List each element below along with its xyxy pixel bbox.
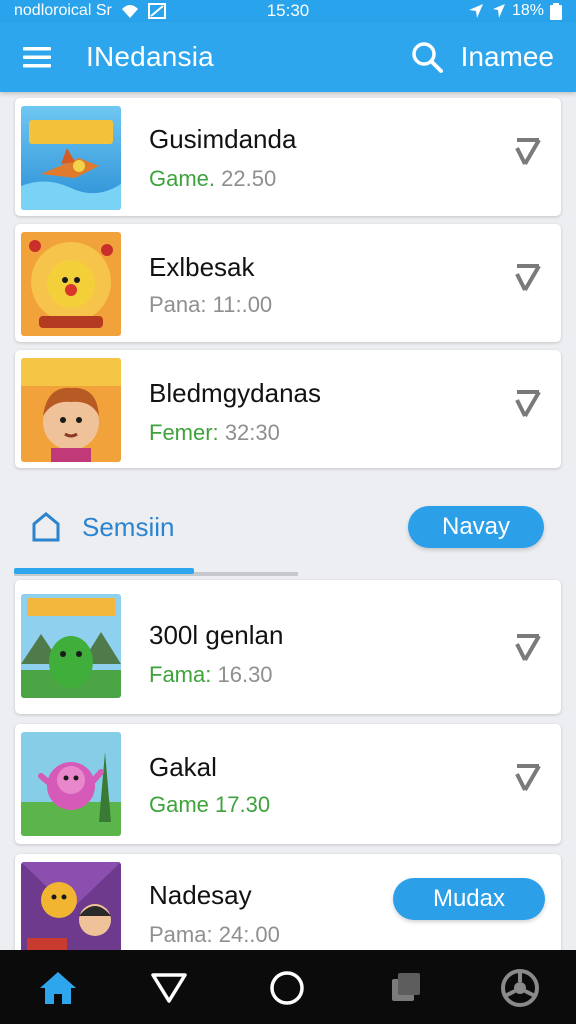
list-item[interactable]: Nadesay Pama: 24:.00 Mudax bbox=[15, 854, 561, 964]
wheel-icon bbox=[501, 969, 539, 1007]
check-icon[interactable] bbox=[513, 630, 545, 662]
list-item-value: 16.30 bbox=[217, 662, 273, 687]
app-actions: Inamee bbox=[411, 41, 554, 73]
list-item[interactable]: Gusimdanda Game. 22.50 bbox=[15, 98, 561, 216]
triangle-icon bbox=[151, 973, 187, 1003]
list-item[interactable]: 300l genlan Fama: 16.30 bbox=[15, 580, 561, 714]
app-bar-action[interactable]: Inamee bbox=[461, 41, 554, 73]
list-item[interactable]: Gakal Game 17.30 bbox=[15, 724, 561, 844]
circle-icon bbox=[270, 971, 304, 1005]
list-item-key: Femer: bbox=[149, 420, 219, 445]
list-item-value: 24:.00 bbox=[218, 922, 280, 947]
list-item-title: Exlbesak bbox=[149, 252, 255, 282]
list-item[interactable]: Exlbesak Pana: 11:.00 bbox=[15, 224, 561, 342]
status-time: 15:30 bbox=[266, 1, 310, 20]
list-item-key: Pana: bbox=[149, 292, 207, 317]
list-item-subtitle: Game 17.30 bbox=[149, 792, 270, 818]
game-thumbnail bbox=[21, 862, 121, 958]
list-item-title: Gakal bbox=[149, 752, 217, 782]
list-item-key: Game bbox=[149, 792, 209, 817]
home-icon bbox=[40, 972, 76, 1004]
list-item-subtitle: Fama: 16.30 bbox=[149, 662, 273, 688]
game-thumbnail bbox=[21, 732, 121, 836]
list-item-title: Nadesay bbox=[149, 880, 252, 910]
list-item-subtitle: Pana: 11:.00 bbox=[149, 292, 272, 318]
list-item-value: 11:.00 bbox=[212, 292, 273, 317]
list-item-title: 300l genlan bbox=[149, 620, 284, 650]
list-item-value: 17.30 bbox=[215, 792, 271, 817]
section-header: Semsiin Navay bbox=[0, 498, 576, 558]
game-thumbnail bbox=[21, 594, 121, 698]
nav-home[interactable] bbox=[36, 966, 80, 1010]
section-label: Semsiin bbox=[82, 512, 175, 542]
tab-indicator bbox=[14, 568, 194, 574]
square-stack-icon bbox=[392, 973, 420, 1001]
list-item-subtitle: Femer: 32:30 bbox=[149, 420, 280, 446]
app-bar: INedansia Inamee bbox=[0, 22, 576, 92]
navay-button[interactable]: Navay bbox=[408, 506, 544, 548]
status-bar: nodloroical Sr 15:30 18% bbox=[0, 0, 576, 22]
bottom-nav bbox=[0, 950, 576, 1024]
search-icon[interactable] bbox=[411, 41, 443, 73]
list-item-key: Game. bbox=[149, 166, 216, 191]
list-item-subtitle: Pama: 24:.00 bbox=[149, 922, 280, 948]
app-title: INedansia bbox=[86, 41, 214, 72]
nav-recents[interactable] bbox=[383, 966, 427, 1010]
list-item-title: Gusimdanda bbox=[149, 124, 297, 154]
check-icon[interactable] bbox=[513, 760, 545, 792]
nav-back[interactable] bbox=[147, 966, 191, 1010]
list-item-subtitle: Game. 22.50 bbox=[149, 166, 276, 192]
game-thumbnail bbox=[21, 106, 121, 210]
list-item-key: Fama: bbox=[149, 662, 212, 687]
menu-icon[interactable] bbox=[22, 45, 52, 69]
home-outline-icon bbox=[32, 512, 60, 542]
list-item[interactable]: Bledmgydanas Femer: 32:30 bbox=[15, 350, 561, 468]
check-icon[interactable] bbox=[513, 386, 545, 418]
list-item-key: Pama: bbox=[149, 922, 213, 947]
check-icon[interactable] bbox=[513, 134, 545, 166]
game-thumbnail bbox=[21, 358, 121, 462]
list-item-value: 22.50 bbox=[221, 166, 277, 191]
list-item-value: 32:30 bbox=[224, 420, 280, 445]
list-item-title: Bledmgydanas bbox=[149, 378, 321, 408]
mudax-button[interactable]: Mudax bbox=[393, 878, 545, 920]
game-thumbnail bbox=[21, 232, 121, 336]
nav-home-circle[interactable] bbox=[265, 966, 309, 1010]
nav-settings[interactable] bbox=[498, 966, 542, 1010]
check-icon[interactable] bbox=[513, 260, 545, 292]
